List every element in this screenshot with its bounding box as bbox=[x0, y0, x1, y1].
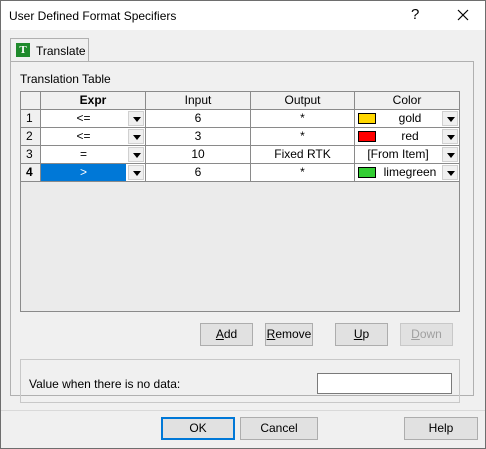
color-value: limegreen bbox=[383, 165, 437, 179]
color-value: [From Item] bbox=[367, 147, 429, 161]
input-cell[interactable]: 6 bbox=[146, 110, 251, 128]
expr-cell[interactable]: <= bbox=[41, 110, 146, 128]
output-cell[interactable]: * bbox=[251, 110, 355, 128]
row-header[interactable]: 3 bbox=[21, 146, 41, 164]
expr-cell[interactable]: = bbox=[41, 146, 146, 164]
dropdown-arrow-icon[interactable] bbox=[128, 129, 144, 144]
expr-value: > bbox=[41, 164, 126, 181]
tab-label: Translate bbox=[36, 44, 86, 58]
dropdown-arrow-icon[interactable] bbox=[128, 165, 144, 180]
color-value: gold bbox=[398, 111, 422, 125]
dropdown-arrow-icon[interactable] bbox=[128, 111, 144, 126]
color-cell[interactable]: red bbox=[355, 128, 460, 146]
expr-cell-selected[interactable]: > bbox=[41, 164, 146, 182]
column-header-input[interactable]: Input bbox=[146, 92, 251, 110]
column-header-output[interactable]: Output bbox=[251, 92, 355, 110]
row-header[interactable]: 1 bbox=[21, 110, 41, 128]
output-cell[interactable]: * bbox=[251, 164, 355, 182]
window-title: User Defined Format Specifiers bbox=[9, 9, 177, 23]
expr-value: <= bbox=[76, 111, 91, 125]
input-cell[interactable]: 3 bbox=[146, 128, 251, 146]
column-header-color[interactable]: Color bbox=[355, 92, 460, 110]
title-bar: User Defined Format Specifiers ? bbox=[0, 0, 486, 30]
footer-divider bbox=[1, 410, 485, 411]
down-button[interactable]: Down bbox=[400, 323, 453, 346]
translation-table-label: Translation Table bbox=[20, 72, 111, 86]
color-swatch bbox=[358, 131, 376, 142]
color-cell[interactable]: [From Item] bbox=[355, 146, 460, 164]
no-data-value-input[interactable] bbox=[317, 373, 452, 394]
cancel-button[interactable]: Cancel bbox=[240, 417, 318, 440]
context-help-button[interactable]: ? bbox=[411, 6, 419, 23]
color-cell[interactable]: limegreen bbox=[355, 164, 460, 182]
expr-cell[interactable]: <= bbox=[41, 128, 146, 146]
color-cell[interactable]: gold bbox=[355, 110, 460, 128]
add-button[interactable]: Add bbox=[200, 323, 253, 346]
expr-value: <= bbox=[76, 129, 91, 143]
no-data-label: Value when there is no data: bbox=[29, 377, 181, 391]
dropdown-arrow-icon[interactable] bbox=[442, 129, 458, 144]
color-swatch bbox=[358, 167, 376, 178]
dropdown-arrow-icon[interactable] bbox=[442, 165, 458, 180]
corner-header bbox=[21, 92, 41, 110]
row-header[interactable]: 4 bbox=[21, 164, 41, 182]
tab-translate[interactable]: T Translate bbox=[10, 38, 89, 62]
dropdown-arrow-icon[interactable] bbox=[442, 147, 458, 162]
input-cell[interactable]: 10 bbox=[146, 146, 251, 164]
translation-table[interactable]: Expr Input Output Color 1 <= 6 * gold 2 … bbox=[20, 91, 460, 312]
help-button[interactable]: Help bbox=[404, 417, 478, 440]
input-cell[interactable]: 6 bbox=[146, 164, 251, 182]
column-header-expr[interactable]: Expr bbox=[41, 92, 146, 110]
ok-button[interactable]: OK bbox=[161, 417, 235, 440]
remove-button[interactable]: Remove bbox=[265, 323, 313, 346]
close-icon[interactable] bbox=[453, 4, 473, 26]
color-value: red bbox=[401, 129, 419, 143]
dropdown-arrow-icon[interactable] bbox=[128, 147, 144, 162]
up-button[interactable]: Up bbox=[335, 323, 388, 346]
expr-value: = bbox=[79, 147, 87, 161]
row-header[interactable]: 2 bbox=[21, 128, 41, 146]
dropdown-arrow-icon[interactable] bbox=[442, 111, 458, 126]
output-cell[interactable]: Fixed RTK bbox=[251, 146, 355, 164]
translate-icon: T bbox=[16, 43, 30, 57]
color-swatch bbox=[358, 113, 376, 124]
output-cell[interactable]: * bbox=[251, 128, 355, 146]
